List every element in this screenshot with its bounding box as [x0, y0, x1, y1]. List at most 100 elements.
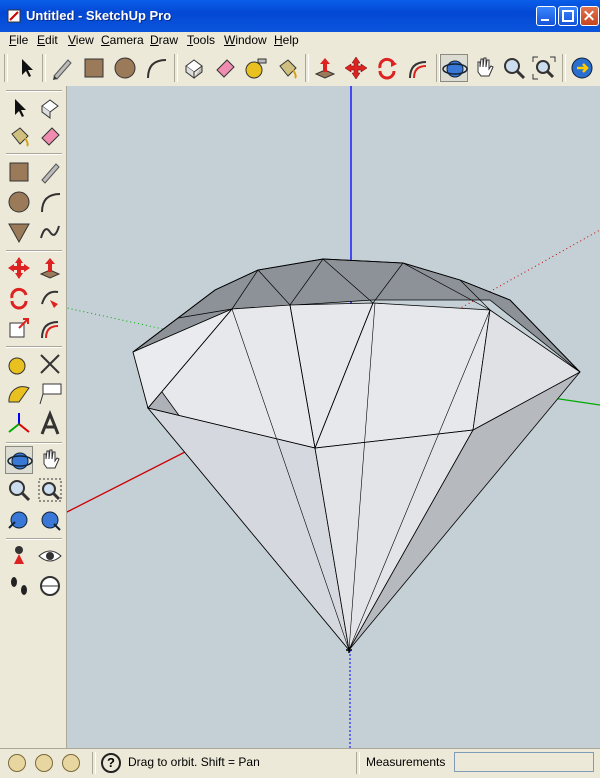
- status-separator: [92, 752, 96, 774]
- arc-tool-button[interactable]: [36, 188, 64, 216]
- move-tool-button[interactable]: [5, 254, 33, 282]
- measurements-input[interactable]: [454, 752, 594, 772]
- select-tool-button[interactable]: [12, 54, 40, 82]
- status-hint: Drag to orbit. Shift = Pan: [128, 755, 260, 769]
- make-component-button[interactable]: [180, 54, 208, 82]
- paint-bucket-button[interactable]: [5, 122, 33, 150]
- position-camera-button[interactable]: [5, 542, 33, 570]
- sketchup-app-icon[interactable]: [6, 8, 22, 24]
- pan-tool-button[interactable]: [36, 446, 64, 474]
- tape-measure-icon: [8, 357, 26, 375]
- offset-tool-button[interactable]: [404, 54, 432, 82]
- push-pull-icon: [39, 258, 61, 279]
- menu-help[interactable]: Help: [274, 33, 299, 47]
- zoom-extents-button[interactable]: [36, 506, 64, 534]
- eraser-tool-button[interactable]: [211, 54, 239, 82]
- model-canvas[interactable]: [67, 86, 600, 748]
- pan-tool-button[interactable]: [470, 54, 498, 82]
- scale-tool-button[interactable]: [5, 314, 33, 342]
- zoom-icon: [9, 480, 31, 502]
- orbit-tool-button[interactable]: [5, 446, 33, 474]
- paint-bucket-button[interactable]: [273, 54, 301, 82]
- previous-view-icon: [8, 511, 28, 529]
- 3d-text-button[interactable]: [36, 410, 64, 438]
- toolbar-grip[interactable]: [6, 90, 62, 92]
- circle-tool-button[interactable]: [111, 54, 139, 82]
- walk-tool-button[interactable]: [5, 572, 33, 600]
- eraser-icon: [216, 59, 235, 78]
- section-plane-button[interactable]: [36, 572, 64, 600]
- rotate-tool-button[interactable]: [373, 54, 401, 82]
- circle-icon: [8, 191, 30, 213]
- zoom-tool-button[interactable]: [5, 476, 33, 504]
- toolbar-separator: [174, 54, 178, 82]
- push-pull-button[interactable]: [36, 254, 64, 282]
- geo-location-icon[interactable]: [8, 754, 26, 772]
- toolbar-separator: [6, 538, 62, 540]
- rotate-icon: [10, 287, 28, 310]
- menu-view[interactable]: View: [68, 33, 94, 47]
- zoom-extents-icon: [41, 511, 61, 531]
- look-around-button[interactable]: [36, 542, 64, 570]
- polygon-tool-button[interactable]: [5, 218, 33, 246]
- follow-me-button[interactable]: [36, 284, 64, 312]
- menu-draw[interactable]: Draw: [150, 33, 178, 47]
- scale-icon: [9, 318, 29, 338]
- toolbar-grip[interactable]: [4, 54, 8, 82]
- rectangle-tool-button[interactable]: [5, 158, 33, 186]
- status-separator: [356, 752, 360, 774]
- previous-view-button[interactable]: [5, 506, 33, 534]
- push-pull-button[interactable]: [311, 54, 339, 82]
- pencil-icon: [53, 59, 72, 80]
- rectangle-icon: [84, 58, 104, 78]
- pencil-tool-button[interactable]: [48, 54, 76, 82]
- move-tool-button[interactable]: [342, 54, 370, 82]
- select-tool-button[interactable]: [5, 94, 33, 122]
- zoom-tool-button[interactable]: [500, 54, 528, 82]
- user-account-icon[interactable]: [62, 754, 80, 772]
- menu-file[interactable]: File: [9, 33, 28, 47]
- 3d-text-icon: [40, 410, 60, 435]
- zoom-window-button[interactable]: [36, 476, 64, 504]
- circle-tool-button[interactable]: [5, 188, 33, 216]
- help-icon[interactable]: ?: [101, 753, 121, 773]
- credits-icon[interactable]: [35, 754, 53, 772]
- arc-tool-button[interactable]: [142, 54, 170, 82]
- tape-measure-button[interactable]: [5, 350, 33, 378]
- toolbar-separator: [6, 250, 62, 252]
- minimize-button[interactable]: [536, 6, 556, 26]
- minimize-icon: [541, 19, 549, 21]
- menu-window[interactable]: Window: [224, 33, 267, 47]
- make-component-button[interactable]: [36, 94, 64, 122]
- main-toolbar: [0, 50, 600, 87]
- rotate-tool-button[interactable]: [5, 284, 33, 312]
- footprints-icon: [11, 577, 27, 595]
- select-icon: [15, 99, 26, 117]
- menu-tools[interactable]: Tools: [187, 33, 215, 47]
- protractor-icon: [8, 386, 30, 403]
- line-tool-button[interactable]: [36, 158, 64, 186]
- freehand-tool-button[interactable]: [36, 218, 64, 246]
- orbit-icon: [442, 60, 468, 78]
- orbit-tool-button[interactable]: [440, 54, 468, 82]
- offset-icon: [41, 321, 59, 339]
- rectangle-tool-button[interactable]: [80, 54, 108, 82]
- zoom-extents-button[interactable]: [530, 54, 558, 82]
- protractor-tool-button[interactable]: [5, 380, 33, 408]
- offset-tool-button[interactable]: [36, 314, 64, 342]
- eraser-tool-button[interactable]: [36, 122, 64, 150]
- axes-tool-button[interactable]: [5, 410, 33, 438]
- get-models-button[interactable]: [568, 54, 596, 82]
- dimension-icon: [40, 354, 60, 374]
- maximize-button[interactable]: [558, 6, 578, 26]
- close-button[interactable]: [580, 6, 599, 26]
- tape-measure-button[interactable]: [242, 54, 270, 82]
- freehand-icon: [40, 225, 60, 239]
- menu-camera[interactable]: Camera: [101, 33, 144, 47]
- text-tool-button[interactable]: [36, 380, 64, 408]
- drawing-area[interactable]: [67, 86, 600, 748]
- menu-edit[interactable]: Edit: [37, 33, 58, 47]
- paint-bucket-icon: [279, 59, 297, 79]
- section-plane-icon: [40, 576, 60, 596]
- dimension-tool-button[interactable]: [36, 350, 64, 378]
